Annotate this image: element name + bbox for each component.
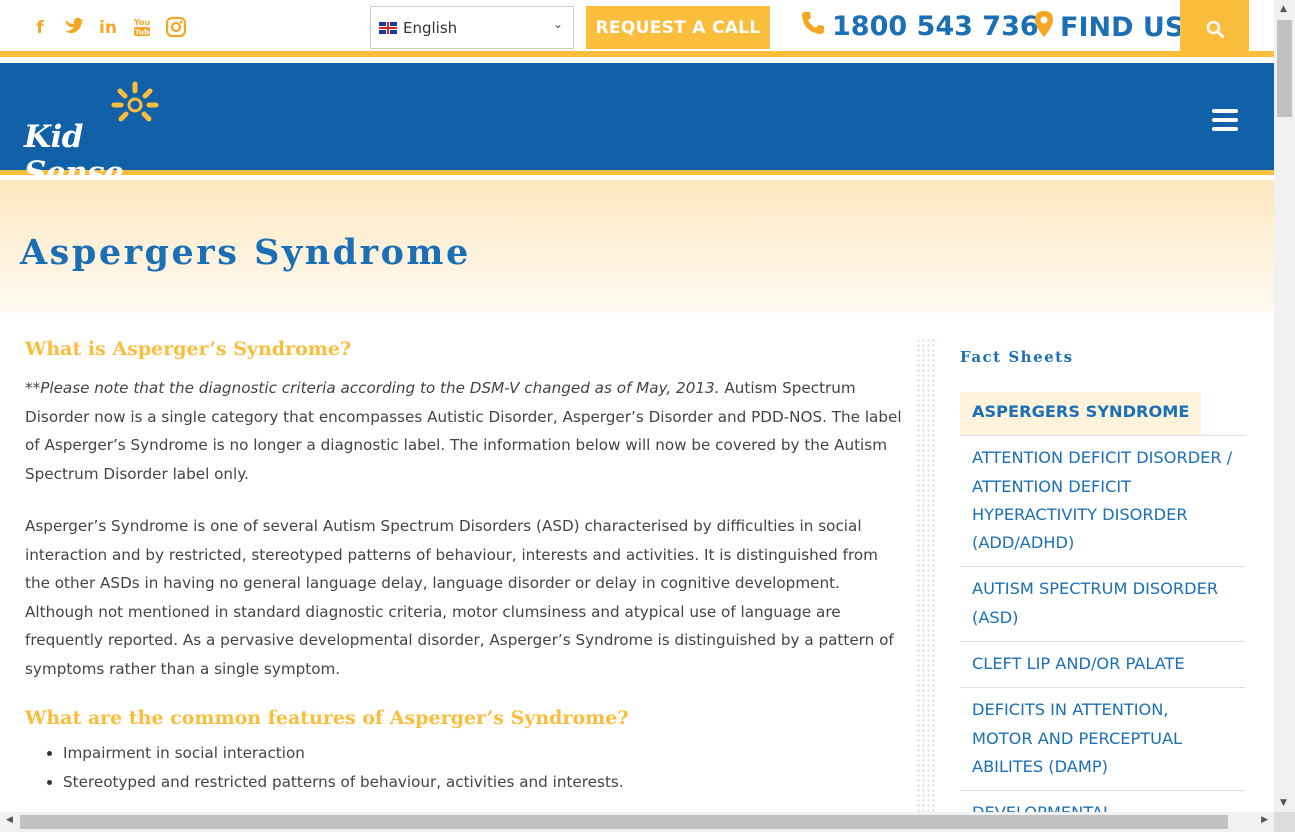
language-select[interactable]: English ⌄	[370, 6, 574, 49]
list-item: Impairment in social interaction	[25, 739, 905, 768]
linkedin-icon[interactable]: in	[98, 16, 118, 40]
svg-text:Tube: Tube	[135, 29, 152, 37]
list-item: Stereotyped and restricted patterns of b…	[25, 768, 905, 797]
find-us-label: FIND US	[1060, 11, 1185, 43]
note-italic: Please note that the diagnostic criteria…	[40, 379, 720, 397]
scroll-right-icon[interactable]: ▶	[1261, 815, 1268, 825]
sidebar-item-label: ASPERGERS SYNDROME	[960, 392, 1202, 436]
scroll-down-icon[interactable]: ▼	[1280, 798, 1287, 808]
top-bar: f in You Tube English ⌄ REQUEST A CALL 18…	[0, 0, 1274, 57]
horizontal-scrollbar[interactable]: ◀ ▶	[0, 812, 1274, 832]
features-list: Impairment in social interaction Stereot…	[25, 739, 905, 797]
social-links: f in You Tube	[30, 16, 187, 40]
main-content: What is Asperger’s Syndrome? **Please no…	[25, 338, 905, 797]
search-button[interactable]	[1180, 0, 1249, 57]
section-heading: What is Asperger’s Syndrome?	[25, 338, 352, 360]
instagram-icon[interactable]	[165, 16, 187, 40]
facebook-icon[interactable]: f	[30, 16, 50, 40]
sidebar-item-add-adhd[interactable]: ATTENTION DEFICIT DISORDER / ATTENTION D…	[960, 436, 1245, 568]
phone-link[interactable]: 1800 543 736	[800, 10, 1039, 42]
site-header: Kid Sense	[0, 63, 1274, 191]
chevron-down-icon: ⌄	[552, 17, 563, 31]
note-prefix: **	[25, 379, 41, 397]
fact-sheet-list: ASPERGERS SYNDROME ATTENTION DEFICIT DIS…	[960, 392, 1245, 832]
sidebar-title: Fact Sheets	[960, 348, 1074, 366]
vertical-scroll-thumb[interactable]	[1277, 20, 1292, 117]
find-us-link[interactable]: FIND US	[1034, 10, 1184, 44]
scroll-up-icon[interactable]: ▲	[1280, 4, 1287, 14]
horizontal-scroll-thumb[interactable]	[20, 815, 1228, 829]
sidebar-item-damp[interactable]: DEFICITS IN ATTENTION, MOTOR AND PERCEPT…	[960, 688, 1245, 792]
column-divider	[916, 338, 936, 814]
section-heading: What are the common features of Asperger…	[25, 707, 629, 729]
twitter-icon[interactable]	[64, 16, 84, 40]
menu-icon[interactable]	[1212, 109, 1238, 131]
phone-number: 1800 543 736	[832, 10, 1039, 42]
request-call-button[interactable]: REQUEST A CALL	[586, 6, 770, 49]
sidebar-item-aspergers[interactable]: ASPERGERS SYNDROME	[960, 392, 1245, 437]
youtube-icon[interactable]: You Tube	[132, 16, 154, 40]
page-title-band: Aspergers Syndrome	[0, 180, 1274, 313]
uk-flag-icon	[379, 21, 397, 34]
search-icon	[1206, 20, 1224, 38]
vertical-scrollbar[interactable]: ▲ ▼	[1274, 0, 1295, 812]
language-label: English	[403, 18, 458, 37]
logo[interactable]: Kid Sense	[24, 81, 174, 191]
scroll-left-icon[interactable]: ◀	[6, 815, 13, 825]
phone-icon	[800, 10, 826, 42]
note-paragraph: **Please note that the diagnostic criter…	[25, 374, 905, 488]
description-paragraph: Asperger’s Syndrome is one of several Au…	[25, 517, 894, 678]
svg-text:You: You	[133, 18, 151, 27]
map-pin-icon	[1034, 10, 1054, 44]
scrollbar-corner	[1274, 812, 1295, 832]
sidebar-item-asd[interactable]: AUTISM SPECTRUM DISORDER (ASD)	[960, 567, 1245, 643]
sidebar-item-cleft-lip[interactable]: CLEFT LIP AND/OR PALATE	[960, 642, 1245, 689]
page-title: Aspergers Syndrome	[20, 232, 471, 273]
sidebar: Fact Sheets ASPERGERS SYNDROME ATTENTION…	[960, 340, 1245, 832]
